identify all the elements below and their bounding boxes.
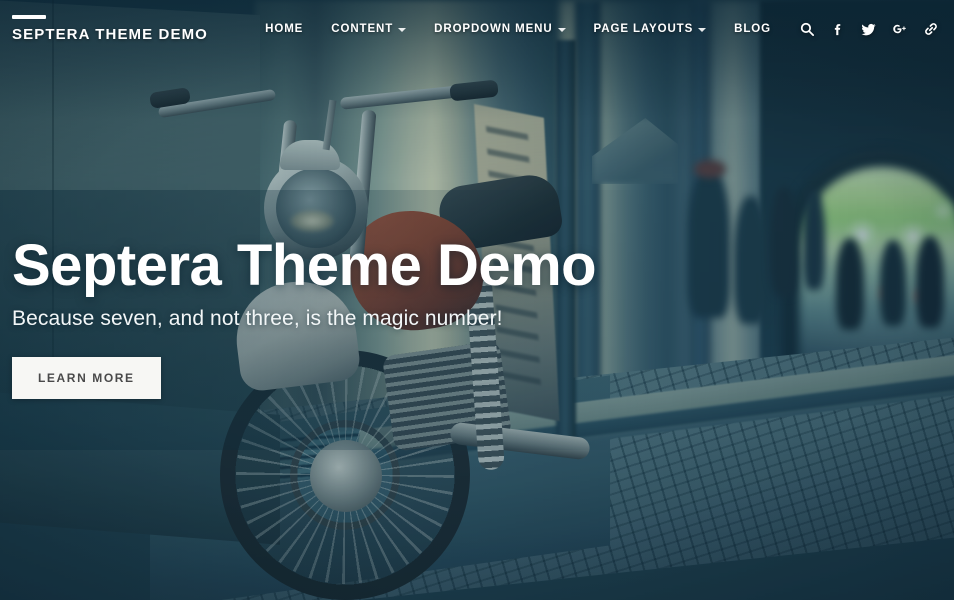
- learn-more-button[interactable]: LEARN MORE: [12, 357, 161, 400]
- nav-item-blog[interactable]: BLOG: [720, 17, 785, 41]
- twitter-icon[interactable]: [853, 14, 884, 44]
- chevron-down-icon: [398, 28, 407, 32]
- nav-item-label: HOME: [265, 23, 304, 35]
- nav-item-page-layouts[interactable]: PAGE LAYOUTS: [580, 17, 721, 41]
- site-header: SEPTERA THEME DEMO HOME CONTENT DROPDOWN…: [0, 0, 954, 58]
- link-icon[interactable]: [915, 14, 946, 44]
- chevron-down-icon: [557, 28, 566, 32]
- facebook-icon[interactable]: [822, 14, 853, 44]
- main-navigation: HOME CONTENT DROPDOWN MENU PAGE LAYOUTS …: [251, 14, 954, 44]
- nav-item-label: CONTENT: [331, 23, 394, 35]
- logo-dash-icon: [12, 15, 46, 19]
- nav-item-home[interactable]: HOME: [251, 17, 317, 41]
- nav-item-label: BLOG: [734, 23, 771, 35]
- nav-item-label: DROPDOWN MENU: [434, 23, 553, 35]
- hero-section: Septera Theme Demo Because seven, and no…: [12, 233, 672, 400]
- site-logo[interactable]: SEPTERA THEME DEMO: [12, 15, 208, 43]
- hero-title: Septera Theme Demo: [12, 233, 597, 298]
- nav-item-dropdown-menu[interactable]: DROPDOWN MENU: [420, 17, 579, 41]
- search-icon[interactable]: [791, 14, 822, 44]
- page-root: SEPTERA THEME DEMO HOME CONTENT DROPDOWN…: [0, 0, 954, 600]
- chevron-down-icon: [698, 28, 707, 32]
- header-icon-group: [785, 14, 946, 44]
- nav-item-label: PAGE LAYOUTS: [593, 23, 694, 35]
- hero-subtitle: Because seven, and not three, is the mag…: [12, 307, 503, 331]
- google-plus-icon[interactable]: [884, 14, 915, 44]
- site-title: SEPTERA THEME DEMO: [12, 26, 208, 43]
- nav-item-content[interactable]: CONTENT: [317, 17, 420, 41]
